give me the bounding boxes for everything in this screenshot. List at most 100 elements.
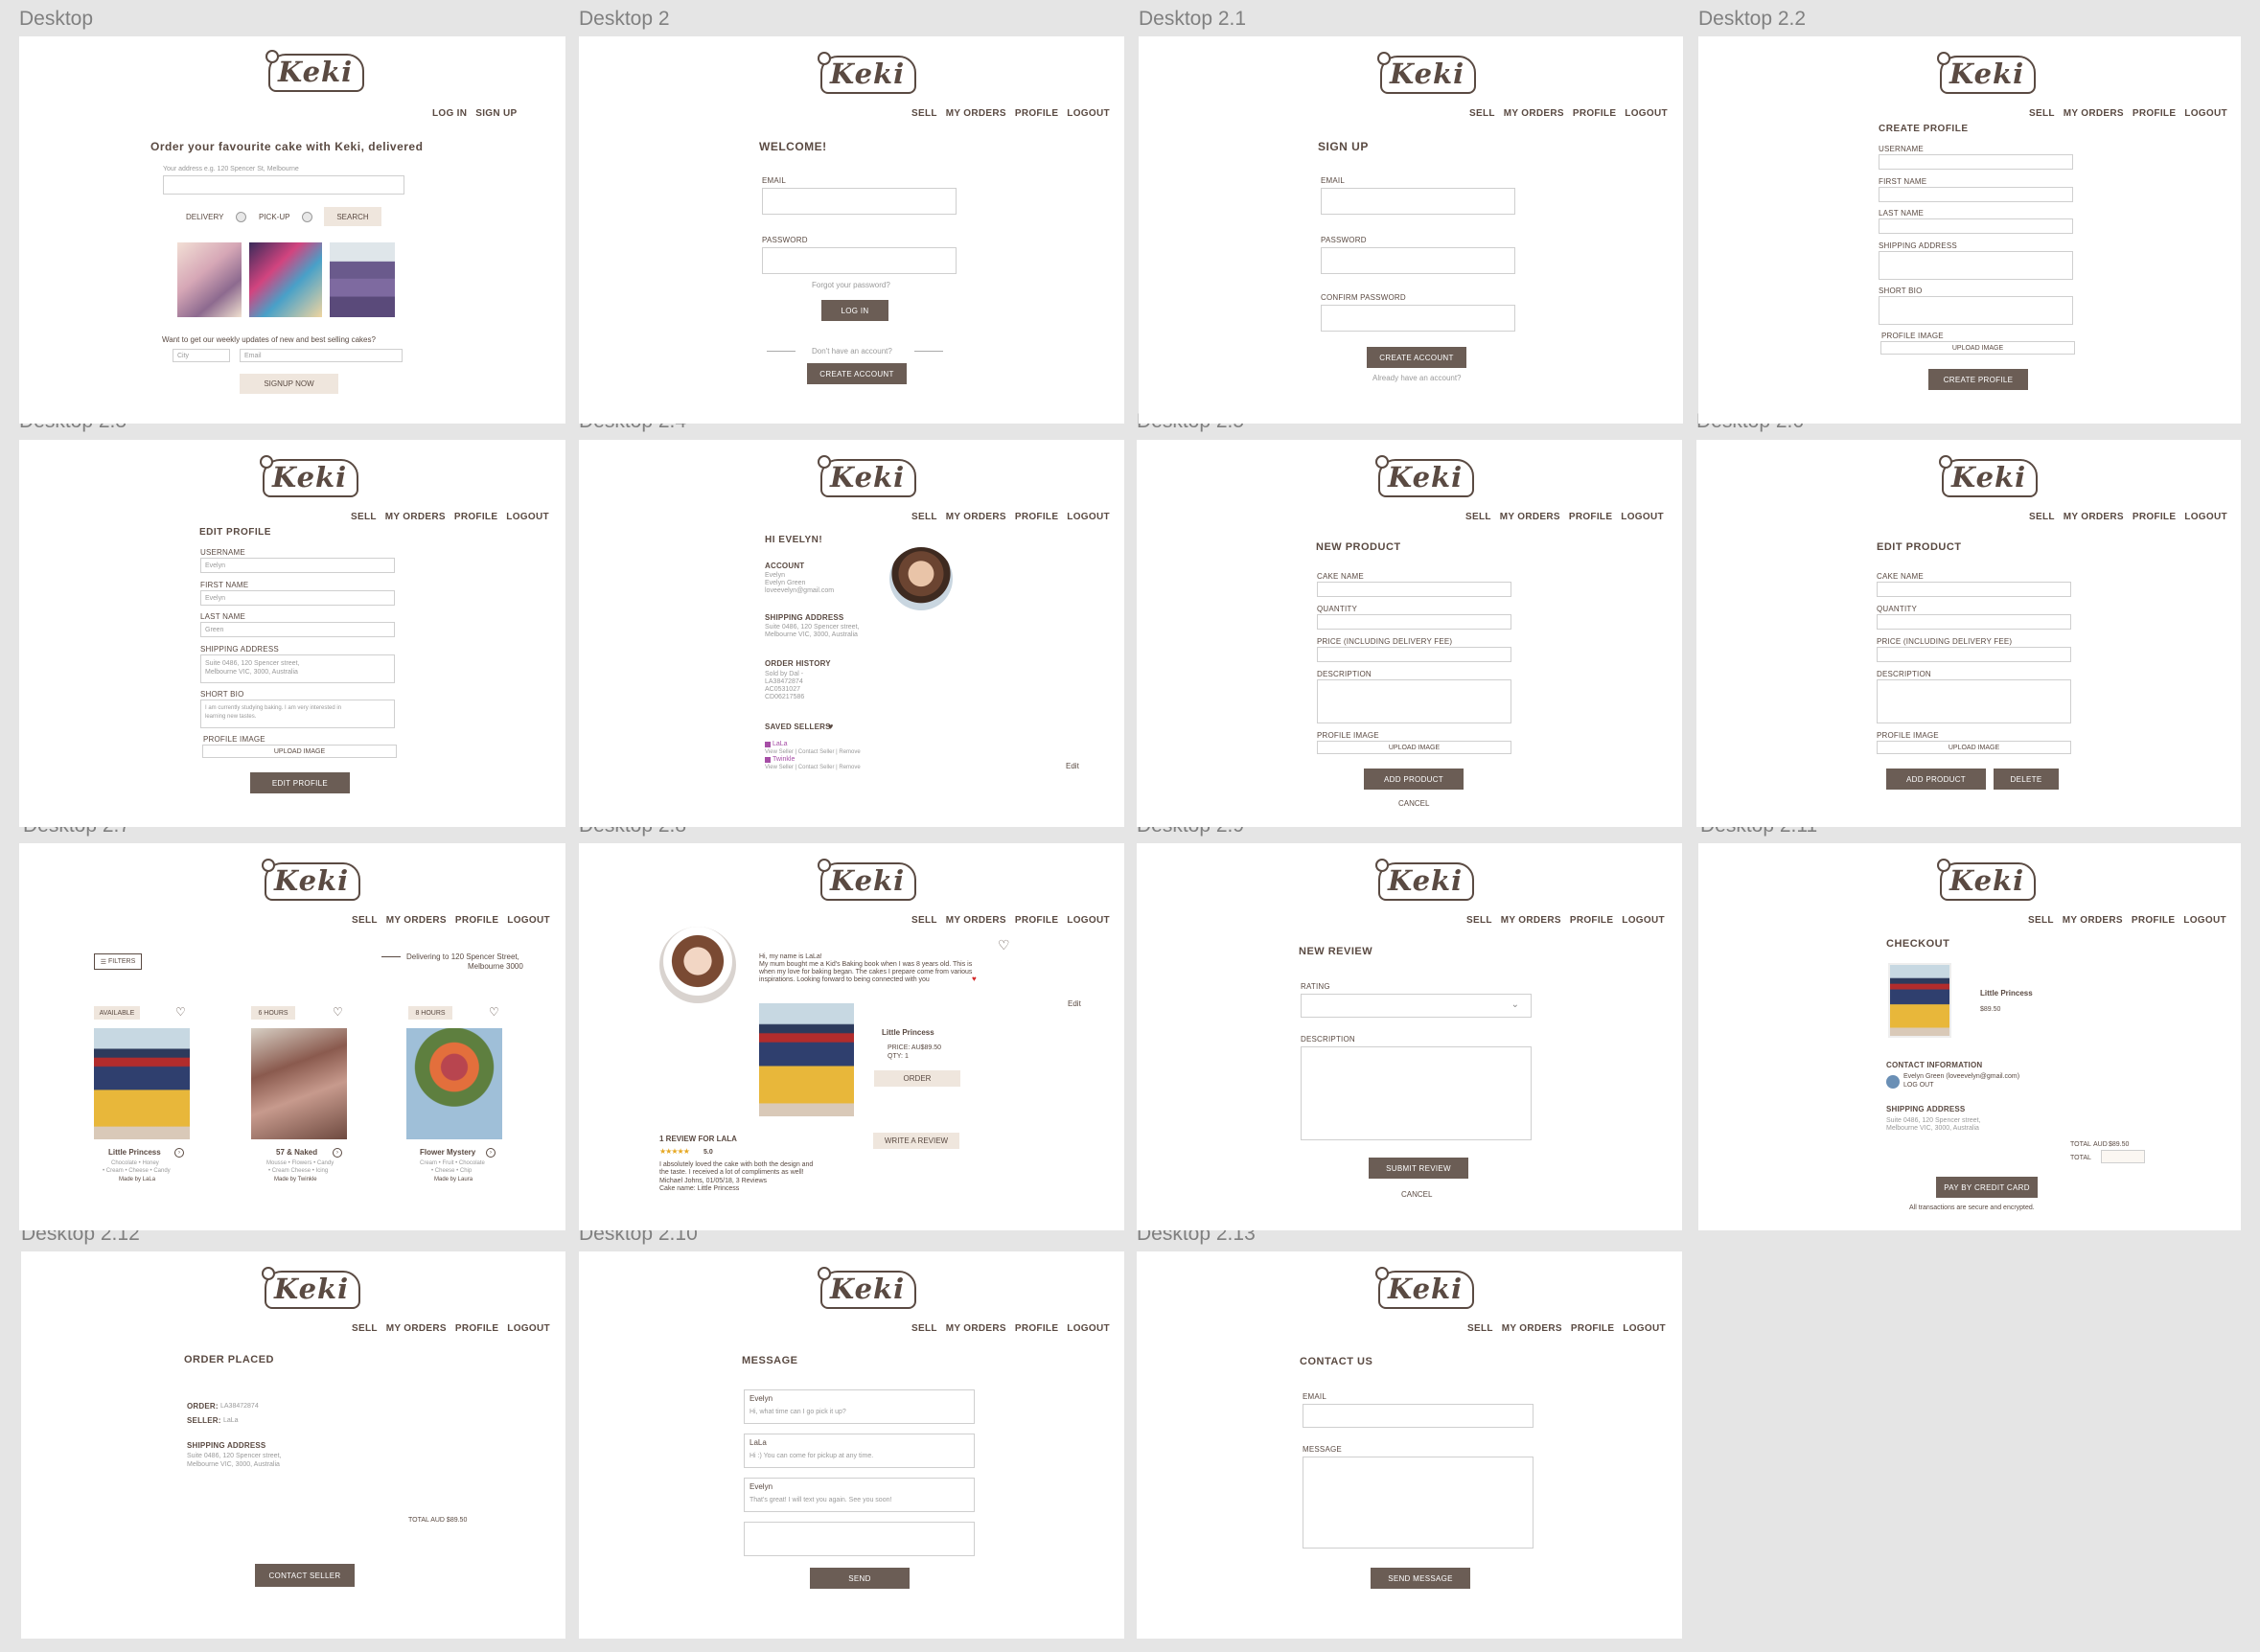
arrow-icon[interactable]: › [174, 1148, 184, 1158]
nav-sell[interactable]: SELL [911, 108, 937, 119]
nav-profile[interactable]: PROFILE [1015, 1323, 1058, 1334]
nav-logout[interactable]: LOGOUT [1622, 915, 1665, 926]
nav-orders[interactable]: MY ORDERS [946, 1323, 1006, 1334]
nav-sell[interactable]: SELL [1467, 1323, 1493, 1334]
description-field[interactable] [1877, 679, 2071, 723]
nav-sell[interactable]: SELL [2028, 915, 2054, 926]
quantity-field[interactable] [1877, 614, 2071, 630]
product-name[interactable]: Little Princess [108, 1148, 161, 1158]
order-button[interactable]: ORDER [874, 1070, 960, 1087]
create-account-button[interactable]: CREATE ACCOUNT [807, 363, 907, 384]
message-field[interactable] [1303, 1457, 1534, 1549]
forgot-password-link[interactable]: Forgot your password? [812, 281, 890, 290]
search-button[interactable]: SEARCH [324, 207, 381, 226]
delete-button[interactable]: DELETE [1994, 769, 2059, 790]
cake-image[interactable] [249, 242, 322, 317]
nav-login[interactable]: LOG IN [432, 108, 467, 119]
price-field[interactable] [1877, 647, 2071, 662]
first-name-field[interactable] [1879, 187, 2073, 202]
cancel-link[interactable]: CANCEL [1401, 1190, 1432, 1200]
saved-seller-links[interactable]: View Seller | Contact Seller | Remove [765, 764, 861, 772]
keki-logo[interactable]: Keki [1374, 859, 1475, 901]
cake-image[interactable] [330, 242, 395, 317]
nav-sell[interactable]: SELL [1469, 108, 1495, 119]
keki-logo[interactable]: Keki [817, 1267, 917, 1309]
cake-name-field[interactable] [1317, 582, 1511, 597]
product-maker[interactable]: Made by Laura [434, 1176, 473, 1184]
username-field[interactable] [1879, 154, 2073, 170]
seller-name[interactable]: LaLa [223, 1416, 239, 1425]
password-field[interactable] [762, 247, 957, 274]
nav-orders[interactable]: MY ORDERS [2063, 915, 2123, 926]
nav-profile[interactable]: PROFILE [1569, 512, 1612, 522]
nav-profile[interactable]: PROFILE [2133, 512, 2176, 522]
arrow-icon[interactable]: › [333, 1148, 342, 1158]
heart-icon[interactable]: ♡ [998, 938, 1010, 952]
nav-sell[interactable]: SELL [911, 512, 937, 522]
nav-logout[interactable]: LOGOUT [1067, 1323, 1110, 1334]
keki-logo[interactable]: Keki [1374, 455, 1475, 497]
nav-logout[interactable]: LOGOUT [2184, 108, 2227, 119]
address-input[interactable] [163, 175, 404, 195]
nav-orders[interactable]: MY ORDERS [1500, 512, 1560, 522]
upload-image-button[interactable]: UPLOAD IMAGE [202, 745, 397, 758]
last-name-field[interactable]: Green [200, 622, 395, 637]
newsletter-email-input[interactable]: Email [240, 349, 403, 362]
qty-stepper[interactable]: 1 [905, 1052, 909, 1061]
add-product-button[interactable]: ADD PRODUCT [1886, 769, 1986, 790]
nav-sell[interactable]: SELL [352, 1323, 378, 1334]
saved-seller-name[interactable]: LaLa [773, 740, 788, 748]
nav-logout[interactable]: LOGOUT [506, 512, 549, 522]
create-account-button[interactable]: CREATE ACCOUNT [1367, 347, 1466, 368]
logout-link[interactable]: LOG OUT [1903, 1081, 1934, 1090]
keki-logo[interactable]: Keki [817, 52, 917, 94]
have-account-link[interactable]: Already have an account? [1372, 374, 1462, 383]
first-name-field[interactable]: Evelyn [200, 590, 395, 606]
heart-icon[interactable]: ♡ [489, 1006, 499, 1018]
saved-seller-name[interactable]: Twinkle [773, 755, 795, 764]
nav-profile[interactable]: PROFILE [455, 915, 498, 926]
keki-logo[interactable]: Keki [1376, 52, 1477, 94]
nav-profile[interactable]: PROFILE [2133, 108, 2176, 119]
nav-logout[interactable]: LOGOUT [507, 1323, 550, 1334]
send-message-button[interactable]: SEND MESSAGE [1371, 1568, 1470, 1589]
product-name[interactable]: Flower Mystery [420, 1148, 475, 1158]
nav-logout[interactable]: LOGOUT [1067, 512, 1110, 522]
nav-orders[interactable]: MY ORDERS [1501, 915, 1561, 926]
nav-profile[interactable]: PROFILE [2132, 915, 2175, 926]
upload-image-button[interactable]: UPLOAD IMAGE [1877, 741, 2071, 754]
email-field[interactable] [1303, 1404, 1534, 1428]
keki-logo[interactable]: Keki [817, 859, 917, 901]
add-product-button[interactable]: ADD PRODUCT [1364, 769, 1464, 790]
nav-orders[interactable]: MY ORDERS [1502, 1323, 1562, 1334]
nav-logout[interactable]: LOGOUT [507, 915, 550, 926]
shipping-field[interactable] [1879, 251, 2073, 280]
upload-image-button[interactable]: UPLOAD IMAGE [1880, 341, 2075, 355]
nav-signup[interactable]: SIGN UP [475, 108, 517, 119]
keki-logo[interactable]: Keki [1936, 859, 2037, 901]
username-field[interactable]: Evelyn [200, 558, 395, 573]
keki-logo[interactable]: Keki [817, 455, 917, 497]
nav-orders[interactable]: MY ORDERS [946, 512, 1006, 522]
submit-review-button[interactable]: SUBMIT REVIEW [1369, 1158, 1468, 1179]
nav-logout[interactable]: LOGOUT [2183, 915, 2226, 926]
keki-logo[interactable]: Keki [261, 1267, 361, 1309]
write-review-button[interactable]: WRITE A REVIEW [873, 1133, 959, 1149]
nav-logout[interactable]: LOGOUT [1067, 108, 1110, 119]
nav-orders[interactable]: MY ORDERS [385, 512, 446, 522]
nav-orders[interactable]: MY ORDERS [386, 915, 447, 926]
nav-profile[interactable]: PROFILE [455, 1323, 498, 1334]
nav-profile[interactable]: PROFILE [1573, 108, 1616, 119]
create-profile-button[interactable]: CREATE PROFILE [1928, 369, 2028, 390]
nav-sell[interactable]: SELL [351, 512, 377, 522]
keki-logo[interactable]: Keki [265, 50, 365, 92]
nav-logout[interactable]: LOGOUT [2184, 512, 2227, 522]
keki-logo[interactable]: Keki [259, 455, 359, 497]
delivery-radio[interactable] [236, 212, 246, 222]
nav-profile[interactable]: PROFILE [1015, 512, 1058, 522]
email-field[interactable] [762, 188, 957, 215]
bio-field[interactable]: I am currently studying baking. I am ver… [200, 700, 395, 728]
keki-logo[interactable]: Keki [1374, 1267, 1475, 1309]
product-image[interactable] [406, 1028, 502, 1139]
nav-logout[interactable]: LOGOUT [1623, 1323, 1666, 1334]
